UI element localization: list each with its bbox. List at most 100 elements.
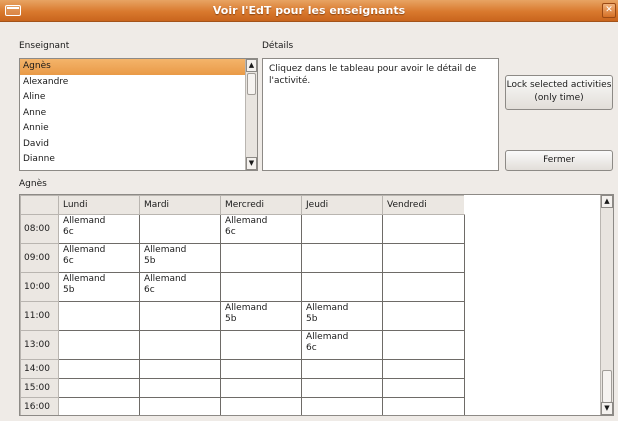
activity-group: 6c: [144, 285, 155, 295]
timetable-row: 11:00 Allemand 5b Allemand 5b: [20, 301, 465, 331]
day-header: Jeudi: [301, 195, 383, 215]
activity-subject: Allemand: [63, 245, 106, 255]
activity-subject: Allemand: [306, 303, 349, 313]
time-label: 08:00: [20, 214, 59, 244]
timetable-cell[interactable]: [382, 397, 465, 415]
timetable-cell[interactable]: [382, 243, 465, 273]
timetable-cell[interactable]: [220, 272, 302, 302]
activity-group: 6c: [225, 227, 236, 237]
window-title: Voir l'EdT pour les enseignants: [212, 4, 406, 17]
details-label: Détails: [262, 41, 294, 51]
teacher-list-item[interactable]: Alexandre: [20, 75, 257, 91]
timetable-cell[interactable]: Allemand 5b: [58, 272, 140, 302]
teacher-list-item[interactable]: Agnès: [20, 59, 257, 75]
time-label: 11:00: [20, 301, 59, 331]
scroll-thumb[interactable]: [247, 73, 256, 95]
timetable-window: Voir l'EdT pour les enseignants ✕ Enseig…: [0, 0, 618, 421]
timetable-cell[interactable]: [382, 330, 465, 360]
timetable-cell[interactable]: Allemand 6c: [220, 214, 302, 244]
teacher-list-item[interactable]: Annie: [20, 121, 257, 137]
timetable-cell[interactable]: Allemand 5b: [220, 301, 302, 331]
teacher-list-item[interactable]: David: [20, 137, 257, 153]
timetable-cell[interactable]: [301, 214, 383, 244]
timetable-cell[interactable]: [58, 330, 140, 360]
timetable-cell[interactable]: [220, 330, 302, 360]
timetable-cell[interactable]: [139, 397, 221, 415]
teacher-list[interactable]: Agnès Alexandre Aline Anne Annie David Dianne …: [19, 58, 258, 171]
activity-group: 5b: [306, 314, 318, 324]
scroll-thumb[interactable]: [602, 370, 612, 403]
timetable-cell[interactable]: [220, 397, 302, 415]
activity-subject: Allemand: [144, 245, 187, 255]
timetable-cell[interactable]: [139, 301, 221, 331]
timetable-row: 13:00 Allemand 6c: [20, 330, 465, 360]
activity-group: 5b: [144, 256, 156, 266]
day-header: Lundi: [58, 195, 140, 215]
arrow-up-icon[interactable]: ▲: [601, 195, 613, 208]
timetable-cell[interactable]: [139, 378, 221, 398]
timetable-cell[interactable]: [382, 214, 465, 244]
timetable-scrollbar[interactable]: ▲ ▼: [600, 195, 613, 415]
timetable-cell[interactable]: [382, 272, 465, 302]
timetable-cell[interactable]: [220, 359, 302, 379]
activity-subject: Allemand: [225, 303, 268, 313]
activity-group: 6c: [63, 227, 74, 237]
timetable-table[interactable]: Lundi Mardi Mercredi Jeudi Vendredi 08:00 All…: [20, 195, 465, 415]
lock-activities-button[interactable]: Lock selected activities (only time): [505, 75, 613, 110]
activity-subject: Allemand: [144, 274, 187, 284]
timetable-cell[interactable]: [301, 397, 383, 415]
title-bar[interactable]: Voir l'EdT pour les enseignants ✕: [0, 0, 618, 22]
timetable-cell[interactable]: Allemand 5b: [301, 301, 383, 331]
arrow-down-icon[interactable]: ▼: [601, 402, 613, 415]
close-icon[interactable]: ✕: [602, 3, 616, 18]
timetable-cell[interactable]: Allemand 6c: [301, 330, 383, 360]
timetable-cell[interactable]: Allemand 6c: [58, 214, 140, 244]
timetable-row: 15:00: [20, 378, 465, 398]
close-button[interactable]: Fermer: [505, 150, 613, 171]
timetable-cell[interactable]: [301, 243, 383, 273]
timetable-cell[interactable]: [139, 330, 221, 360]
activity-group: 6c: [306, 343, 317, 353]
activity-subject: Allemand: [225, 216, 268, 226]
activity-subject: Allemand: [63, 274, 106, 284]
timetable-row: 08:00 Allemand 6c Allemand 6c: [20, 214, 465, 244]
details-box: Cliquez dans le tableau pour avoir le dé…: [262, 58, 499, 171]
timetable-cell[interactable]: Allemand 5b: [139, 243, 221, 273]
timetable-cell[interactable]: [301, 359, 383, 379]
day-header: Mardi: [139, 195, 221, 215]
timetable-cell[interactable]: [139, 214, 221, 244]
details-text: Cliquez dans le tableau pour avoir le dé…: [269, 64, 477, 86]
timetable-cell[interactable]: [58, 378, 140, 398]
time-label: 10:00: [20, 272, 59, 302]
teacher-list-scrollbar[interactable]: ▲ ▼: [245, 59, 257, 170]
timetable-cell[interactable]: [382, 378, 465, 398]
arrow-up-icon[interactable]: ▲: [246, 59, 257, 72]
timetable-cell[interactable]: [220, 378, 302, 398]
timetable-cell[interactable]: Allemand 6c: [139, 272, 221, 302]
teacher-list-item[interactable]: Anne: [20, 106, 257, 122]
timetable-cell[interactable]: [58, 397, 140, 415]
timetable-cell[interactable]: [301, 378, 383, 398]
timetable-cell[interactable]: [382, 359, 465, 379]
activity-subject: Allemand: [306, 332, 349, 342]
timetable-cell[interactable]: [58, 359, 140, 379]
timetable-grid[interactable]: Lundi Mardi Mercredi Jeudi Vendredi 08:00 All…: [19, 194, 614, 416]
timetable-row: 10:00 Allemand 5b Allemand 6c: [20, 272, 465, 302]
activity-group: 5b: [63, 285, 75, 295]
timetable-cell[interactable]: [220, 243, 302, 273]
timetable-cell[interactable]: Allemand 6c: [58, 243, 140, 273]
teacher-list-item[interactable]: Aline: [20, 90, 257, 106]
timetable-row: 09:00 Allemand 6c Allemand 5b: [20, 243, 465, 273]
timetable-cell[interactable]: [139, 359, 221, 379]
time-label: 15:00: [20, 378, 59, 398]
time-label: 16:00: [20, 397, 59, 415]
activity-subject: Allemand: [63, 216, 106, 226]
timetable-cell[interactable]: [382, 301, 465, 331]
timetable-cell[interactable]: [301, 272, 383, 302]
timetable-row: 16:00: [20, 397, 465, 415]
arrow-down-icon[interactable]: ▼: [246, 157, 257, 170]
time-label: 09:00: [20, 243, 59, 273]
timetable-cell[interactable]: [58, 301, 140, 331]
teacher-list-item[interactable]: Dianne: [20, 152, 257, 168]
timetable-row: 14:00: [20, 359, 465, 379]
